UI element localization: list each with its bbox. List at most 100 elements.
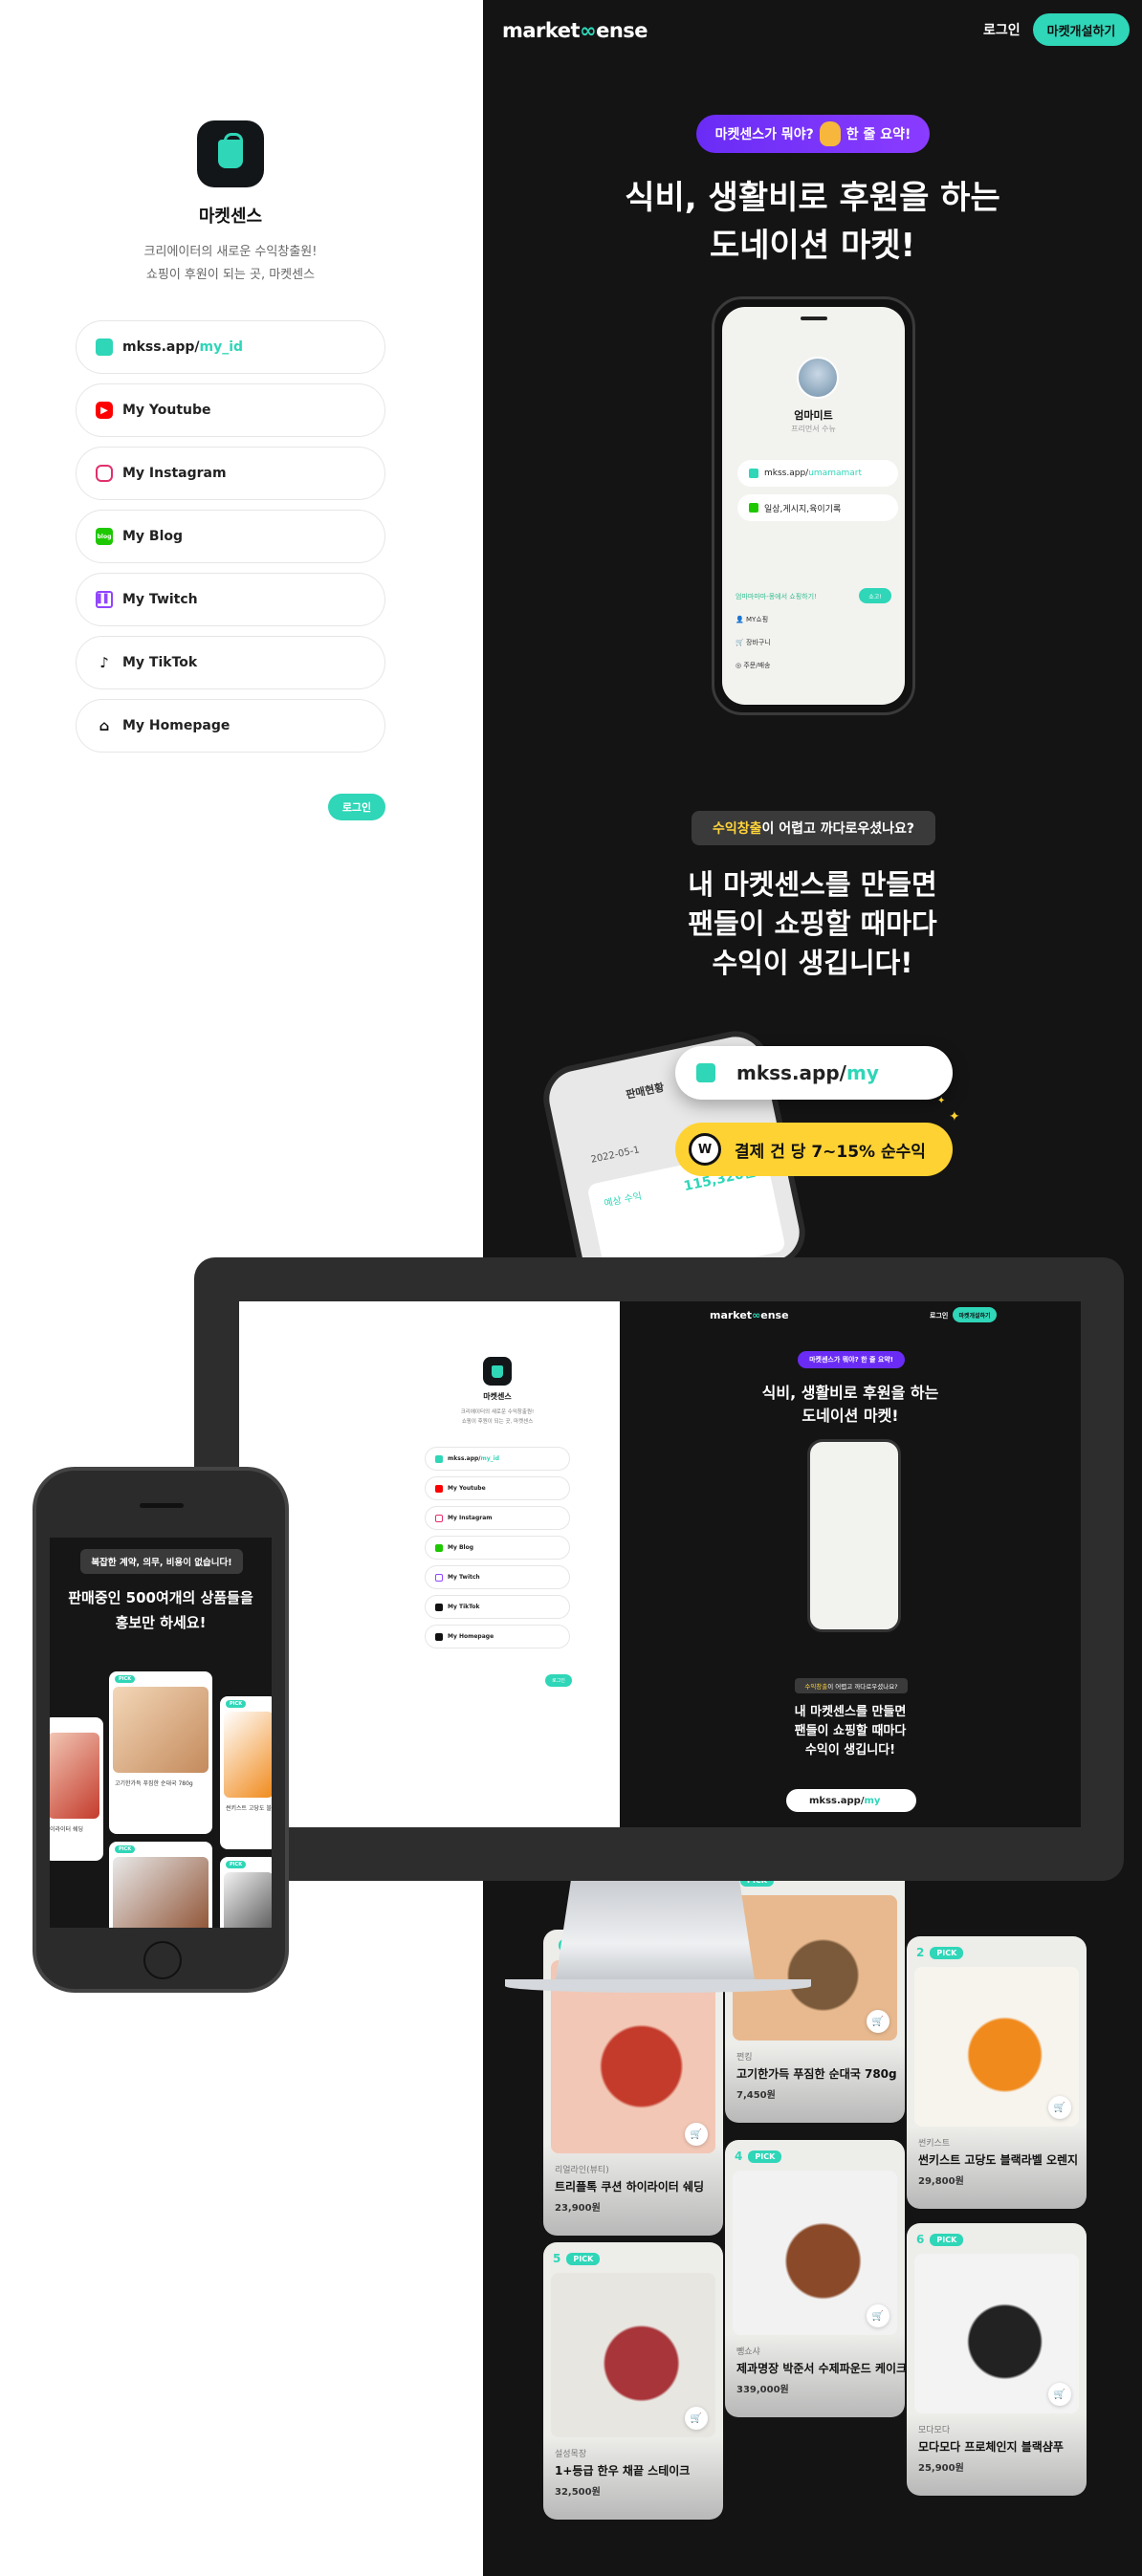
pick-badge: PICK xyxy=(930,2233,964,2246)
product-card[interactable]: 5 PICK 🛒 설성목장 1+등급 한우 채끝 스테이크 32,500원 xyxy=(543,2242,723,2520)
product-seller: 쩐킹 xyxy=(736,2053,753,2063)
marketsense-icon xyxy=(696,1063,715,1082)
phone-mockup-profile: 엄마미트 프리먼서 수뉴 mkss.app/umamamart 일상,게시지,육… xyxy=(712,296,915,715)
link-youtube[interactable]: ▶ My Youtube xyxy=(76,383,385,437)
blog-icon: blog xyxy=(96,528,113,545)
product-name: 썬키스트 고당도 블랙라벨 오렌지 xyxy=(918,2153,1079,2167)
sparkle-icon: ✦ xyxy=(937,1096,946,1106)
cart-icon[interactable]: 🛒 xyxy=(867,2010,889,2033)
twitch-icon: ▌▌ xyxy=(96,591,113,608)
profile-description: 크리에이터의 새로운 수익창출원! 쇼핑이 후원이 되는 곳, 마켓센스 xyxy=(143,245,318,282)
product-name: 모다모다 프로체인지 블랙샴푸 xyxy=(918,2440,1064,2454)
mini-product-card: PICK 썬키스트 고당도 블레 xyxy=(220,1696,272,1849)
hero-title: 식비, 생활비로 후원을 하는 도네이션 마켓! xyxy=(625,179,1000,265)
product-seller: 모다모다 xyxy=(918,2426,951,2435)
marketsense-logo-icon xyxy=(483,1357,512,1386)
product-price: 25,900원 xyxy=(918,2463,964,2474)
cart-icon[interactable]: 🛒 xyxy=(867,2304,889,2327)
monitor-stand xyxy=(555,1881,756,1986)
avatar xyxy=(797,357,839,399)
product-seller: 리얼라인(뷰티) xyxy=(555,2166,609,2175)
cart-icon[interactable]: 🛒 xyxy=(1048,2383,1071,2406)
marketsense-icon xyxy=(96,338,113,356)
product-rank: 6 xyxy=(916,2233,925,2246)
product-name: 고기한가득 푸짐한 순대국 780g xyxy=(736,2067,897,2081)
cart-icon[interactable]: 🛒 xyxy=(685,2407,708,2430)
link-twitch[interactable]: ▌▌ My Twitch xyxy=(76,573,385,626)
product-card[interactable]: PICK🛒쩐킹고기한가득 푸짐한 순대국 780g7,450원 xyxy=(725,1865,905,2123)
link-homepage[interactable]: ⌂ My Homepage xyxy=(76,699,385,753)
pick-badge: PICK xyxy=(748,2150,782,2163)
mini-product-card: PICK xyxy=(220,1857,272,1928)
link-tiktok[interactable]: ♪ My TikTok xyxy=(76,636,385,689)
smartphone-mockup: 복잡한 계약, 의무, 비용이 없습니다! 판매중인 500여개의 상품들을 홍… xyxy=(33,1467,289,1993)
profile-header: 마켓센스 크리에이터의 새로운 수익창출원! 쇼핑이 후원이 되는 곳, 마켓센… xyxy=(76,120,385,287)
mini-link-instagram: My Instagram xyxy=(425,1506,570,1530)
menu-cart: 🛒 장바구니 xyxy=(736,639,771,646)
hero-badge: 마켓센스가 뭐야? 한 줄 요약! xyxy=(696,115,930,153)
product-rank: 5 xyxy=(553,2252,561,2265)
product-price: 339,000원 xyxy=(736,2385,789,2395)
product-price: 7,450원 xyxy=(736,2090,776,2101)
product-rank: 2 xyxy=(916,1946,925,1959)
product-price: 29,800원 xyxy=(918,2176,964,2187)
product-card[interactable]: 6 PICK 🛒 모다모다모다모다 프로체인지 블랙샴푸 25,900원 xyxy=(907,2223,1087,2496)
youtube-icon: ▶ xyxy=(96,402,113,419)
section2-badge: 수익창출 이 어렵고 까다로우셨나요? xyxy=(692,811,935,845)
product-card[interactable]: 4 PICK 🛒 뺑쇼샤제과명장 박준서 수제파운드 케이크 339,000원 xyxy=(725,2140,905,2417)
mini-link-mkss: mkss.app/my_id xyxy=(425,1447,570,1471)
mini-profile-links: mkss.app/my_id My Youtube My Instagram M… xyxy=(425,1447,570,1654)
mini-link-blog: My Blog xyxy=(425,1536,570,1560)
mini-product-card: PICK xyxy=(109,1842,212,1928)
link-instagram[interactable]: My Instagram xyxy=(76,447,385,500)
won-coin-icon: W xyxy=(689,1133,721,1166)
product-seller: 썬키스트 xyxy=(918,2139,951,2149)
product-card[interactable]: 2 PICK 🛒 썬키스트썬키스트 고당도 블랙라벨 오렌지 29,800원 xyxy=(907,1936,1087,2209)
mini-link-homepage: My Homepage xyxy=(425,1625,570,1648)
home-icon: ⌂ xyxy=(99,717,110,734)
product-rank: 4 xyxy=(735,2150,743,2163)
section2-title: 내 마켓센스를 만들면 팬들이 쇼핑할 때마다 수익이 생깁니다! xyxy=(688,868,937,979)
menu-my-shopping: 👤 MY쇼핑 xyxy=(736,616,769,623)
profile-login-button[interactable]: 로그인 xyxy=(328,794,385,820)
desktop-monitor-mockup: 마켓센스 크리에이터의 새로운 수익창출원! 쇼핑이 후원이 되는 곳, 마켓센… xyxy=(194,1257,1124,1881)
menu-orders: ◎ 주문/배송 xyxy=(736,662,771,669)
cart-icon[interactable]: 🛒 xyxy=(1048,2096,1071,2119)
sparkle-icon: ✦ xyxy=(949,1109,960,1124)
product-name: 1+등급 한우 채끝 스테이크 xyxy=(555,2464,691,2478)
cart-icon[interactable]: 🛒 xyxy=(685,2123,708,2146)
mini-phone-mockup xyxy=(807,1439,901,1632)
product-seller: 설성목장 xyxy=(555,2450,587,2459)
product-seller: 뺑쇼샤 xyxy=(736,2347,760,2357)
product-name: 제과명장 박준서 수제파운드 케이크 xyxy=(736,2362,905,2375)
link-blog[interactable]: blog My Blog xyxy=(76,510,385,563)
pick-badge: PICK xyxy=(566,2252,601,2265)
home-button xyxy=(143,1941,182,1979)
product-price: 32,500원 xyxy=(555,2487,601,2498)
tiktok-icon: ♪ xyxy=(99,654,109,671)
brand-logo[interactable]: market∞ense xyxy=(502,19,648,42)
product-name: 트리플톡 쿠션 하이라이터 쉐딩 xyxy=(555,2180,705,2194)
marketsense-logo-icon xyxy=(197,120,264,187)
mini-link-twitch: My Twitch xyxy=(425,1565,570,1589)
mini-link-youtube: My Youtube xyxy=(425,1476,570,1500)
phone-link-mkss: mkss.app/umamamart xyxy=(737,460,898,487)
header-login-link[interactable]: 로그인 xyxy=(983,20,1021,39)
pointing-hand-icon xyxy=(819,121,841,146)
product-price: 23,900원 xyxy=(555,2203,601,2214)
profile-name: 마켓센스 xyxy=(198,207,263,227)
blog-icon xyxy=(749,503,758,513)
mini-profile: 마켓센스 크리에이터의 새로운 수익창출원! 쇼핑이 후원이 되는 곳, 마켓센… xyxy=(425,1357,570,1427)
url-bubble: mkss.app/my xyxy=(675,1046,953,1100)
phone-link-blog: 일상,게시지,육이기록 xyxy=(737,494,898,521)
mini-link-tiktok: My TikTok xyxy=(425,1595,570,1619)
pick-badge: PICK xyxy=(930,1946,964,1959)
mini-product-card: PICK 고기한가득 푸짐한 순대국 780g xyxy=(109,1671,212,1834)
marketsense-icon xyxy=(749,469,758,478)
instagram-icon xyxy=(96,465,113,482)
open-market-button[interactable]: 마켓개설하기 xyxy=(1033,13,1130,46)
profile-links: mkss.app/my_id ▶ My Youtube My Instagram… xyxy=(76,320,385,762)
profit-bubble: W 결제 건 당 7~15% 순수익 xyxy=(675,1123,953,1176)
link-mkss[interactable]: mkss.app/my_id xyxy=(76,320,385,374)
mini-product-card: 이라이터 쉐딩 xyxy=(50,1717,103,1861)
